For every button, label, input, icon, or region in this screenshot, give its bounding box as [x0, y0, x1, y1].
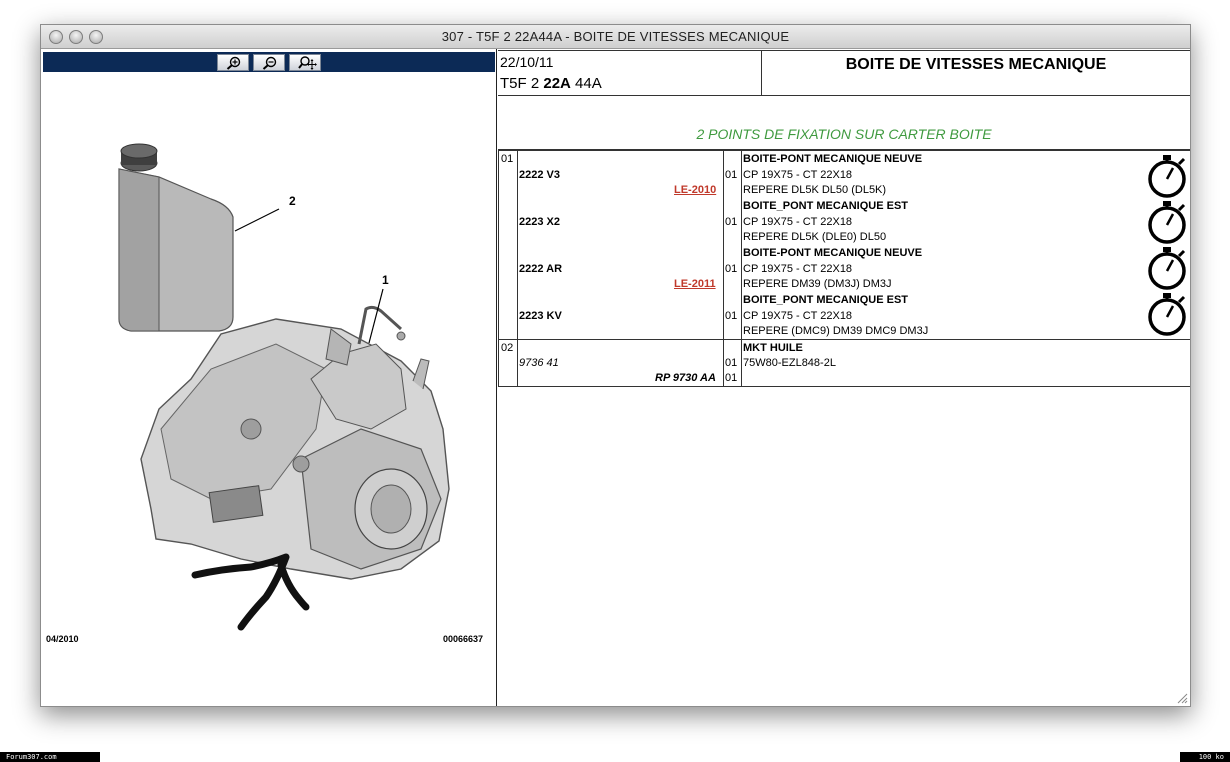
header-date: 22/10/11 — [500, 54, 554, 70]
part-ref[interactable]: 2223 KV — [519, 310, 562, 322]
part-qty: 01 — [725, 372, 738, 384]
alt-part-ref[interactable]: RP 9730 AA — [655, 372, 716, 384]
part-name: BOITE_PONT MECANIQUE EST — [743, 200, 909, 212]
ref-suffix: 44A — [570, 75, 602, 92]
part-qty: 01 — [725, 310, 738, 322]
zoom-out-icon — [262, 56, 277, 70]
part-repere: REPERE DL5K DL50 (DL5K) — [743, 184, 887, 196]
part-ref[interactable]: 2222 V3 — [519, 169, 560, 181]
resize-grip-icon[interactable] — [1177, 693, 1188, 704]
fixation-note-box: 2 POINTS DE FIXATION SUR CARTER BOITE — [498, 120, 1190, 150]
part-name: BOITE-PONT MECANIQUE NEUVE — [743, 247, 923, 259]
callout-1: 1 — [382, 273, 389, 287]
zoom-pan-button[interactable] — [289, 54, 321, 71]
part-repere: REPERE (DMC9) DM39 DMC9 DM3J — [743, 325, 929, 337]
part-desc: 75W80-EZL848-2L — [743, 357, 836, 369]
title-bar[interactable]: 307 - T5F 2 22A44A - BOITE DE VITESSES M… — [41, 25, 1190, 49]
part-repere: REPERE DL5K (DLE0) DL50 — [743, 231, 887, 243]
part-desc: CP 19X75 - CT 22X18 — [743, 216, 853, 228]
stopwatch-icon[interactable] — [1147, 291, 1189, 337]
image-host-bar: Forum307.com 100 ko — [0, 752, 1230, 762]
part-qty: 01 — [725, 216, 738, 228]
app-window: 307 - T5F 2 22A44A - BOITE DE VITESSES M… — [40, 24, 1191, 707]
diagram-pane: 2 1 04/2010 00066637 — [41, 49, 497, 706]
size-label: 100 ko — [1180, 752, 1230, 762]
stopwatch-icon[interactable] — [1147, 199, 1189, 245]
part-desc: CP 19X75 - CT 22X18 — [743, 310, 853, 322]
part-qty: 01 — [725, 263, 738, 275]
window-title: 307 - T5F 2 22A44A - BOITE DE VITESSES M… — [441, 29, 790, 44]
part-ref[interactable]: 2223 X2 — [519, 216, 560, 228]
ref-prefix: T5F 2 — [500, 75, 544, 92]
zoom-pan-icon — [298, 56, 317, 70]
part-ref[interactable]: 9736 41 — [519, 357, 559, 369]
part-name: BOITE_PONT MECANIQUE EST — [743, 294, 909, 306]
zoom-out-button[interactable] — [253, 54, 285, 71]
zoom-in-button[interactable] — [217, 54, 249, 71]
header-reference: T5F 2 22A 44A — [500, 75, 602, 92]
le-link[interactable]: LE-2010 — [674, 184, 716, 196]
stopwatch-icon[interactable] — [1147, 153, 1189, 199]
part-qty: 01 — [725, 357, 738, 369]
le-link[interactable]: LE-2011 — [674, 278, 716, 290]
gearbox-drawing — [140, 305, 450, 580]
part-name: BOITE-PONT MECANIQUE NEUVE — [743, 153, 923, 165]
parts-group-02: 02 MKT HUILE 9736 41 01 75W80-EZL848-2L … — [498, 339, 1190, 387]
diagram-code: 00066637 — [443, 634, 484, 644]
part-qty: 01 — [725, 169, 738, 181]
header-left: 22/10/11 T5F 2 22A 44A — [498, 51, 762, 95]
header-box: 22/10/11 T5F 2 22A 44A BOITE DE VITESSES… — [498, 50, 1190, 96]
viewer-toolbar — [43, 52, 495, 72]
parts-group-01: 01 BOITE-PONT MECANIQUE NEUVE 2222 V3 01… — [498, 150, 1190, 340]
host-label: Forum307.com — [0, 752, 100, 762]
item-number: 01 — [501, 153, 514, 165]
diagram-date: 04/2010 — [46, 634, 79, 644]
oil-can-drawing — [118, 143, 234, 332]
part-desc: CP 19X75 - CT 22X18 — [743, 263, 853, 275]
callout-2: 2 — [289, 194, 296, 208]
part-desc: CP 19X75 - CT 22X18 — [743, 169, 853, 181]
part-repere: REPERE DM39 (DM3J) DM3J — [743, 278, 892, 290]
callout-line-2 — [234, 208, 280, 232]
callout-line-1 — [368, 288, 384, 344]
part-ref[interactable]: 2222 AR — [519, 263, 562, 275]
page-title: BOITE DE VITESSES MECANIQUE — [845, 56, 1107, 73]
fixation-note: 2 POINTS DE FIXATION SUR CARTER BOITE — [696, 126, 992, 142]
stopwatch-icon[interactable] — [1147, 245, 1189, 291]
gearbox-illustration[interactable]: 2 1 — [101, 129, 461, 649]
parts-pane: 22/10/11 T5F 2 22A 44A BOITE DE VITESSES… — [498, 49, 1190, 706]
part-name: MKT HUILE — [743, 342, 803, 354]
zoom-in-icon — [226, 56, 241, 70]
item-number: 02 — [501, 342, 514, 354]
ref-bold: 22A — [543, 75, 571, 92]
